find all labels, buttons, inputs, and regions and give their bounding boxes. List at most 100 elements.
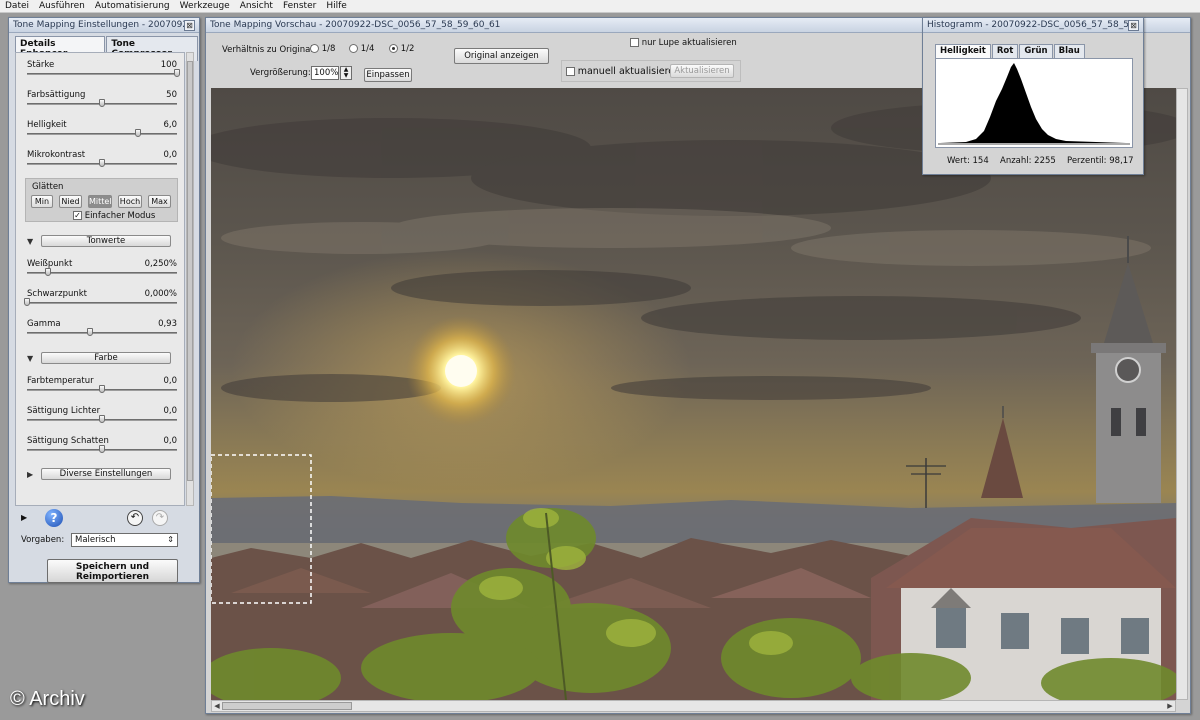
diverse-einstellungen-button[interactable]: Diverse Einstellungen [41,468,171,480]
farbe-button[interactable]: Farbe [41,352,171,364]
manual-update-group: manuell aktualisieren Aktualisieren [561,60,741,82]
slider-value: 0,0 [163,376,177,386]
histogram-anzahl: Anzahl: 2255 [1000,156,1056,166]
vorgaben-value: Malerisch [75,535,116,545]
manuell-checkbox[interactable] [566,67,575,76]
settings-titlebar[interactable]: Tone Mapping Einstellungen - 20070922-..… [9,18,199,33]
tab-rot[interactable]: Rot [991,44,1019,58]
slider-track[interactable] [27,332,177,334]
slider-label: Helligkeit [27,120,67,130]
ratio-option-1-4[interactable]: 1/4 [349,44,374,54]
slider-track[interactable] [27,302,177,304]
aktualisieren-button[interactable]: Aktualisieren [670,64,734,78]
glaetten-group: Glätten Min Nied Mittel Hoch Max ✓ Einfa… [25,178,178,222]
ratio-option-1-2[interactable]: 1/2 [389,44,414,54]
glaetten-min-button[interactable]: Min [31,195,53,208]
ratio-option-1-8[interactable]: 1/8 [310,44,335,54]
scrollbar-thumb[interactable] [222,702,352,710]
slider-thumb[interactable] [174,69,180,77]
slider-thumb[interactable] [99,159,105,167]
vorgaben-select[interactable]: Malerisch ⇕ [71,533,178,547]
einpassen-button[interactable]: Einpassen [364,68,412,82]
scroll-right-icon[interactable]: ▶ [1165,701,1175,711]
zoom-input[interactable]: 100% [311,66,339,80]
slider-label: Sättigung Lichter [27,406,101,416]
slider-value: 0,0 [163,150,177,160]
scrollbar-thumb[interactable] [187,61,193,481]
glaetten-hoch-button[interactable]: Hoch [118,195,142,208]
close-icon[interactable]: ⊠ [184,19,195,31]
slider-label: Sättigung Schatten [27,436,109,446]
menu-hilfe[interactable]: Hilfe [321,0,351,12]
save-reimport-button[interactable]: Speichern und Reimportieren [47,559,178,583]
original-anzeigen-button[interactable]: Original anzeigen [454,48,549,64]
slider-value: 0,93 [158,319,177,329]
slider-thumb[interactable] [99,385,105,393]
glaetten-mittel-button[interactable]: Mittel [88,195,112,208]
slider-thumb[interactable] [87,328,93,336]
preview-vertical-scrollbar[interactable] [1176,88,1188,700]
tonwerte-collapse-icon[interactable]: ▼ [27,237,33,246]
einfacher-modus-row[interactable]: ✓ Einfacher Modus [73,211,155,221]
menu-datei[interactable]: Datei [0,0,34,12]
redo-icon[interactable]: ↷ [152,510,168,526]
radio-1-4[interactable] [349,44,358,53]
close-icon[interactable]: ⊠ [1128,19,1139,31]
menu-ausfuehren[interactable]: Ausführen [34,0,90,12]
zoom-stepper[interactable]: ▲ ▼ [340,66,352,80]
tone-mapping-settings-window: Tone Mapping Einstellungen - 20070922-..… [8,17,200,583]
farbe-collapse-icon[interactable]: ▼ [27,354,33,363]
menu-ansicht[interactable]: Ansicht [235,0,278,12]
hdr-photo [211,88,1176,700]
slider-label: Stärke [27,60,55,70]
undo-icon[interactable]: ↶ [127,510,143,526]
histogram-plot[interactable] [935,58,1133,148]
slider-track[interactable] [27,133,177,135]
slider-track[interactable] [27,73,177,75]
tonwerte-button[interactable]: Tonwerte [41,235,171,247]
preview-horizontal-scrollbar[interactable]: ◀ ▶ [211,700,1176,712]
slider-thumb[interactable] [99,99,105,107]
slider-label: Mikrokontrast [27,150,86,160]
tab-gruen[interactable]: Grün [1019,44,1053,58]
ratio-option-label: 1/2 [400,44,415,54]
nur-lupe-checkbox[interactable] [630,38,639,47]
manuell-row[interactable]: manuell aktualisieren [566,66,680,77]
radio-1-8[interactable] [310,44,319,53]
histogram-window-title: Histogramm - 20070922-DSC_0056_57_58_59_… [927,20,1128,30]
slider-thumb[interactable] [45,268,51,276]
glaetten-max-button[interactable]: Max [148,195,171,208]
nur-lupe-row[interactable]: nur Lupe aktualisieren [630,38,737,48]
histogram-tabs: Helligkeit Rot Grün Blau [935,44,1086,58]
slider-label: Gamma [27,319,61,329]
menubar: Datei Ausführen Automatisierung Werkzeug… [0,0,1200,13]
expand-arrow-icon[interactable]: ▶ [21,513,27,522]
menu-fenster[interactable]: Fenster [278,0,321,12]
slider-thumb[interactable] [99,415,105,423]
zoom-label: Vergrößerung: [250,68,311,78]
manuell-label: manuell aktualisieren [577,66,681,77]
settings-scrollbar[interactable] [186,52,194,506]
scroll-left-icon[interactable]: ◀ [212,701,222,711]
slider-thumb[interactable] [99,445,105,453]
einfacher-modus-checkbox[interactable]: ✓ [73,211,82,220]
slider-value: 0,0 [163,406,177,416]
diverse-expand-icon[interactable]: ▶ [27,470,33,479]
menu-automatisierung[interactable]: Automatisierung [90,0,175,12]
slider-value: 6,0 [163,120,177,130]
radio-1-2[interactable] [389,44,398,53]
histogram-titlebar[interactable]: Histogramm - 20070922-DSC_0056_57_58_59_… [923,18,1143,33]
help-icon[interactable]: ? [45,509,63,527]
ratio-option-label: 1/4 [360,44,375,54]
tab-helligkeit[interactable]: Helligkeit [935,44,991,58]
histogram-perzentil: Perzentil: 98,17 [1067,156,1134,166]
histogram-wert: Wert: 154 [947,156,989,166]
menu-werkzeuge[interactable]: Werkzeuge [175,0,235,12]
slider-thumb[interactable] [24,298,30,306]
glaetten-nied-button[interactable]: Nied [59,195,82,208]
glaetten-label: Glätten [32,182,64,192]
tab-blau[interactable]: Blau [1053,44,1085,58]
slider-label: Farbtemperatur [27,376,94,386]
slider-thumb[interactable] [135,129,141,137]
preview-image[interactable] [211,88,1176,700]
